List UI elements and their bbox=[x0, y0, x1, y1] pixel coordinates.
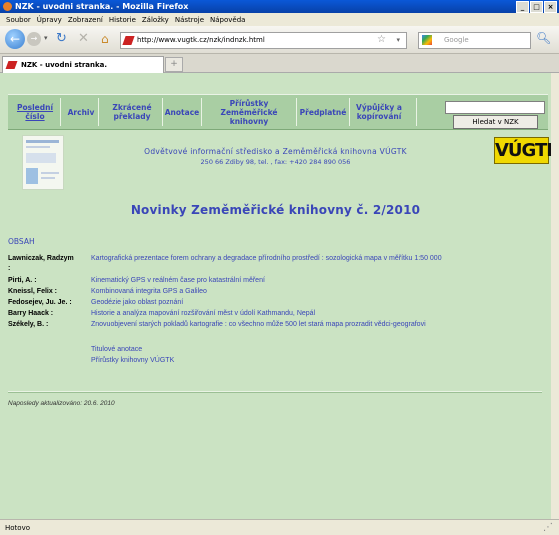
navigation-toolbar: ← → ▾ ↻ ✕ ⌂ http://www.vugtk.cz/nzk/indn… bbox=[0, 26, 559, 54]
article-colon: : bbox=[8, 265, 11, 272]
nav-separator bbox=[349, 98, 350, 126]
google-icon[interactable] bbox=[422, 35, 432, 45]
menu-tools[interactable]: Nástroje bbox=[175, 16, 204, 24]
home-icon[interactable]: ⌂ bbox=[101, 32, 109, 46]
tab-bar: NZK - uvodni stranka. + bbox=[0, 54, 559, 73]
vugtk-logo[interactable]: VÚGTK bbox=[494, 137, 551, 164]
menu-file[interactable]: Soubor bbox=[6, 16, 31, 24]
nav-annotations[interactable]: Anotace bbox=[164, 95, 200, 129]
nzk-search-input[interactable] bbox=[445, 101, 545, 114]
menu-edit[interactable]: Úpravy bbox=[37, 16, 62, 24]
nav-separator bbox=[416, 98, 417, 126]
page-content: Poslední číslo Archiv Zkrácené překlady … bbox=[0, 73, 551, 519]
address-url[interactable]: http://www.vugtk.cz/nzk/indnzk.html bbox=[137, 36, 265, 44]
contents-heading: OBSAH bbox=[8, 237, 35, 246]
site-favicon-icon bbox=[122, 36, 135, 45]
nav-latest-issue[interactable]: Poslední číslo bbox=[13, 95, 57, 129]
library-additions-link[interactable]: Přírůstky knihovny VÚGTK bbox=[91, 357, 174, 364]
back-arrow-icon[interactable]: ← bbox=[5, 29, 25, 49]
organization-name: Odvětvové informační středisko a Zeměměř… bbox=[144, 147, 407, 156]
article-link[interactable]: Kinematický GPS v reálném čase pro katas… bbox=[91, 277, 265, 284]
maximize-button[interactable]: □ bbox=[530, 1, 543, 13]
url-dropdown-icon[interactable]: ▾ bbox=[396, 36, 400, 44]
minimize-button[interactable]: _ bbox=[516, 1, 529, 13]
nav-separator bbox=[296, 98, 297, 126]
menu-view[interactable]: Zobrazení bbox=[68, 16, 103, 24]
title-annotations-link[interactable]: Titulové anotace bbox=[91, 346, 142, 353]
nav-separator bbox=[98, 98, 99, 126]
reload-icon[interactable]: ↻ bbox=[56, 31, 67, 46]
menu-help[interactable]: Nápověda bbox=[210, 16, 245, 24]
window-title: NZK - uvodni stranka. - Mozilla Firefox bbox=[15, 2, 189, 11]
nav-archive[interactable]: Archiv bbox=[65, 95, 97, 129]
stop-icon[interactable]: ✕ bbox=[78, 31, 89, 46]
vertical-scrollbar[interactable] bbox=[551, 73, 559, 519]
close-button[interactable]: × bbox=[544, 1, 557, 13]
search-box[interactable]: Google bbox=[418, 32, 531, 49]
history-dropdown-icon[interactable]: ▾ bbox=[44, 34, 48, 42]
article-author: Székely, B. : bbox=[8, 321, 49, 328]
nav-short-translations[interactable]: Zkrácené překlady bbox=[104, 95, 160, 129]
search-placeholder: Google bbox=[444, 36, 469, 44]
menu-history[interactable]: Historie bbox=[109, 16, 136, 24]
status-bar: Hotovo ⋰ bbox=[0, 519, 559, 535]
nzk-search-button[interactable]: Hledat v NZK bbox=[453, 115, 538, 129]
article-link[interactable]: Geodézie jako oblast poznání bbox=[91, 299, 183, 306]
window-title-bar: NZK - uvodni stranka. - Mozilla Firefox … bbox=[0, 0, 559, 13]
new-tab-button[interactable]: + bbox=[165, 57, 183, 72]
bookmark-star-icon[interactable]: ☆ bbox=[377, 34, 386, 45]
nav-separator bbox=[162, 98, 163, 126]
tab-nzk[interactable]: NZK - uvodni stranka. bbox=[2, 56, 164, 73]
article-author: Barry Haack : bbox=[8, 310, 54, 317]
article-author: Kneissl, Felix : bbox=[8, 288, 58, 295]
article-link[interactable]: Kartografická prezentace forem ochrany a… bbox=[91, 255, 442, 262]
nav-library-additions[interactable]: Přírůstky Zeměměřické knihovny bbox=[203, 95, 295, 129]
article-author: Lawniczak, Radzym bbox=[8, 255, 74, 262]
address-bar[interactable]: http://www.vugtk.cz/nzk/indnzk.html ☆ ▾ bbox=[120, 32, 407, 49]
article-author: Pirti, A. : bbox=[8, 277, 37, 284]
article-link[interactable]: Kombinovaná integrita GPS a Galileo bbox=[91, 288, 207, 295]
tab-label: NZK - uvodni stranka. bbox=[21, 61, 108, 69]
resize-grip-icon[interactable]: ⋰ bbox=[543, 522, 553, 533]
menu-bar: Soubor Úpravy Zobrazení Historie Záložky… bbox=[0, 13, 559, 26]
page-title: Novinky Zeměměřické knihovny č. 2/2010 bbox=[130, 203, 421, 217]
footer-divider bbox=[8, 391, 542, 393]
organization-address: 250 66 Zdiby 98, tel. , fax: +420 284 89… bbox=[200, 158, 351, 166]
nav-separator bbox=[201, 98, 202, 126]
site-nav: Poslední číslo Archiv Zkrácené překlady … bbox=[8, 94, 548, 130]
nav-subscription[interactable]: Předplatné bbox=[298, 95, 348, 129]
tab-favicon-icon bbox=[5, 61, 18, 69]
menu-bookmarks[interactable]: Záložky bbox=[142, 16, 169, 24]
article-author: Fedosejev, Ju. Je. : bbox=[8, 299, 72, 306]
firefox-icon bbox=[3, 2, 12, 11]
window-controls: _ □ × bbox=[515, 1, 557, 13]
organization-header: Odvětvové informační středisko a Zeměměř… bbox=[0, 147, 551, 166]
search-icon[interactable]: 🔍︎ bbox=[536, 31, 551, 45]
nav-separator bbox=[60, 98, 61, 126]
forward-arrow-icon[interactable]: → bbox=[27, 32, 41, 46]
last-updated: Naposledy aktualizováno: 20.6. 2010 bbox=[8, 400, 115, 407]
article-link[interactable]: Znovuobjevení starých pokladů kartografi… bbox=[91, 321, 426, 328]
status-text: Hotovo bbox=[5, 524, 30, 532]
nav-loans-copying[interactable]: Výpůjčky a kopírování bbox=[355, 95, 403, 129]
article-link[interactable]: Historie a analýza mapování rozšiřování … bbox=[91, 310, 315, 317]
